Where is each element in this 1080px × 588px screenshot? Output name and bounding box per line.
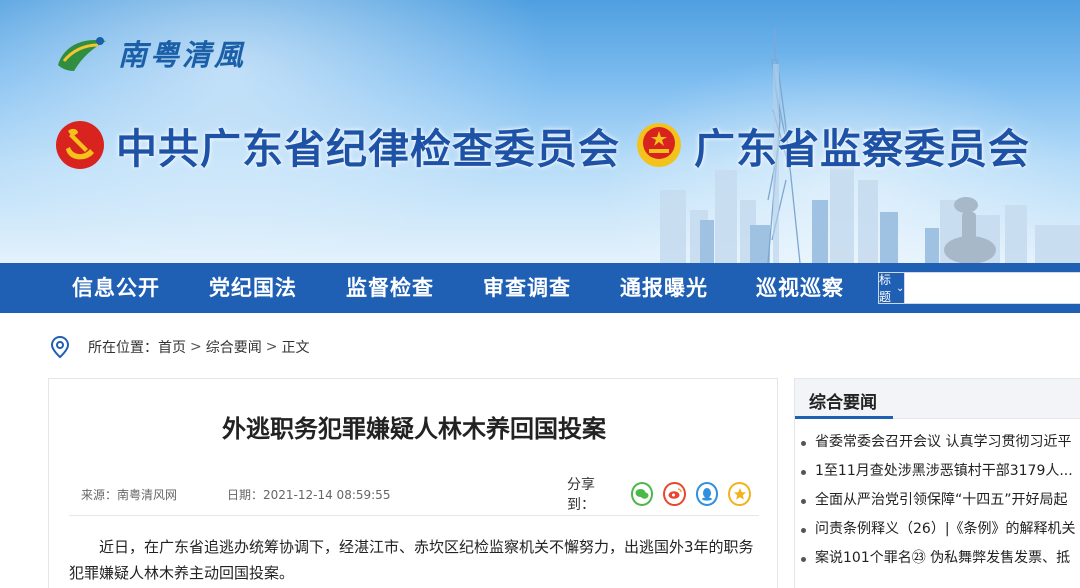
share-bar: 分享到： [567,477,761,513]
article-body: 近日，在广东省追逃办统筹协调下，经湛江市、赤坎区纪检监察机关不懈努力，出逃国外3… [69,538,754,582]
sidebar-header: 综合要闻 [795,379,1080,419]
breadcrumb-separator: > [265,339,278,355]
nav-item-inspection[interactable]: 巡视巡察 [756,263,844,313]
search-input[interactable] [905,273,1080,303]
org-name-supervision: 广东省监察委员会 [694,125,1030,173]
party-emblem-icon [56,121,104,169]
national-emblem-icon [637,123,681,167]
article-date: 日期：2021-12-14 08:59:55 [227,488,391,502]
article-source: 来源：南粤清风网 [81,488,178,502]
breadcrumb-separator: > [190,339,202,355]
sidebar-news-list: 省委常委会召开会议 认真学习贯彻习近平 1至11月查处涉黑涉恶镇村干部3179人… [795,428,1080,573]
nav-item-investigation[interactable]: 审查调查 [483,263,571,313]
qzone-icon[interactable] [728,482,751,506]
leaf-logo-icon [58,37,106,71]
breadcrumb: 所在位置： 首页 > 综合要闻 > 正文 [50,332,309,362]
weibo-icon[interactable] [663,482,686,506]
breadcrumb-home[interactable]: 首页 [158,337,186,357]
qq-icon[interactable] [695,482,719,506]
article-title: 外逃职务犯罪嫌疑人林木养回国投案 [222,415,606,443]
org-name-commission: 中共广东省纪律检查委员会 [116,125,620,173]
nav-item-exposure[interactable]: 通报曝光 [620,263,708,313]
wechat-icon[interactable] [630,482,654,506]
site-logo[interactable]: 南粤清風 [54,30,246,76]
nav-item-info-public[interactable]: 信息公开 [72,263,160,313]
ccdi-org-title: 中共广东省纪律检查委员会 [54,115,620,175]
search-box: 标题 ⌄ [878,272,1080,304]
nav-item-supervision[interactable]: 监督检查 [346,263,434,313]
brand-name: 南粤清風 [118,38,247,72]
location-pin-icon [50,335,70,359]
news-list-item[interactable]: 1至11月查处涉黑涉恶镇村干部3179人... [795,457,1080,486]
sidebar-news-panel: 综合要闻 省委常委会召开会议 认真学习贯彻习近平 1至11月查处涉黑涉恶镇村干部… [794,378,1080,588]
breadcrumb-current: 正文 [281,340,310,356]
share-label: 分享到： [567,477,595,513]
news-list-item[interactable]: 问责条例释义（26）|《条例》的解释机关 [795,515,1080,544]
search-field-label: 标题 [879,273,892,304]
news-list-item[interactable]: 案说101个罪名㉓ 伪私舞弊发售发票、抵 [795,544,1080,573]
breadcrumb-section[interactable]: 综合要闻 [206,337,262,357]
article-card: 外逃职务犯罪嫌疑人林木养回国投案 来源：南粤清风网 日期：2021-12-14 … [48,378,778,588]
header-banner: 南粤清風 中共广东省纪律检查委员会 广东省监察委员会 [0,0,1080,263]
news-list-item[interactable]: 省委常委会召开会议 认真学习贯彻习近平 [795,428,1080,457]
sidebar-title: 综合要闻 [809,393,877,413]
breadcrumb-prefix: 所在位置： [88,340,158,356]
chevron-down-icon: ⌄ [896,282,905,294]
article-divider [69,515,759,516]
news-list-item[interactable]: 全面从严治党引领保障“十四五”开好局起 [795,486,1080,515]
nav-item-party-law[interactable]: 党纪国法 [209,263,297,313]
supervision-org-title: 广东省监察委员会 [634,115,1030,175]
search-field-select[interactable]: 标题 ⌄ [879,273,906,304]
article-meta: 来源：南粤清风网 日期：2021-12-14 08:59:55 分享到： [81,477,761,513]
